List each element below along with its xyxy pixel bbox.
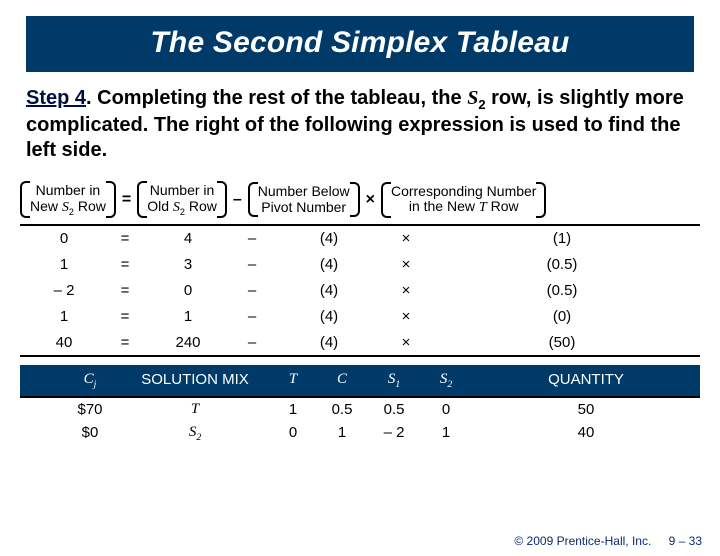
divider — [20, 355, 700, 357]
eq-box-below-pivot: Number Below Pivot Number — [248, 180, 360, 219]
step-paragraph: Step 4. Completing the rest of the table… — [26, 86, 694, 163]
eq-box-old-s2: Number in Old S2 Row — [137, 179, 227, 220]
table-row: 0 = 4 – (4) × (1) — [20, 226, 700, 251]
footer: © 2009 Prentice-Hall, Inc. 9 – 33 — [514, 534, 702, 548]
equals-sign: = — [120, 191, 133, 209]
col-mix: SOLUTION MIX — [120, 365, 270, 396]
col-c: C — [316, 365, 368, 396]
equation-row: Number in New S2 Row = Number in Old S2 … — [20, 179, 700, 220]
col-s2: S2 — [420, 365, 472, 396]
page-number: 9 – 33 — [669, 534, 702, 548]
table-row: 1 = 3 – (4) × (0.5) — [20, 251, 700, 277]
col-qty: QUANTITY — [472, 365, 700, 396]
times-sign: × — [364, 191, 377, 209]
table-row: $0 S2 0 1 – 2 1 40 — [20, 421, 700, 446]
col-s1: S1 — [368, 365, 420, 396]
title-bar: The Second Simplex Tableau — [26, 16, 694, 72]
col-cj: Cj — [60, 365, 120, 396]
copyright: © 2009 Prentice-Hall, Inc. — [514, 534, 651, 548]
solution-header: Cj SOLUTION MIX T C S1 S2 QUANTITY — [20, 365, 700, 398]
table-row: 40 = 240 – (4) × (50) — [20, 329, 700, 355]
step-label: Step 4 — [26, 87, 86, 109]
table-row: 1 = 1 – (4) × (0) — [20, 303, 700, 329]
eq-box-new-t: Corresponding Number in the New T Row — [381, 180, 547, 220]
slide-title: The Second Simplex Tableau — [26, 26, 694, 60]
col-t: T — [270, 365, 316, 396]
calc-table: 0 = 4 – (4) × (1) 1 = 3 – (4) × (0.5) – … — [20, 224, 700, 355]
minus-sign: – — [231, 191, 244, 209]
table-row: $70 T 1 0.5 0.5 0 50 — [20, 398, 700, 421]
solution-table: Cj SOLUTION MIX T C S1 S2 QUANTITY $70 T… — [20, 365, 700, 446]
eq-box-new-s2: Number in New S2 Row — [20, 179, 116, 220]
table-row: – 2 = 0 – (4) × (0.5) — [20, 277, 700, 303]
